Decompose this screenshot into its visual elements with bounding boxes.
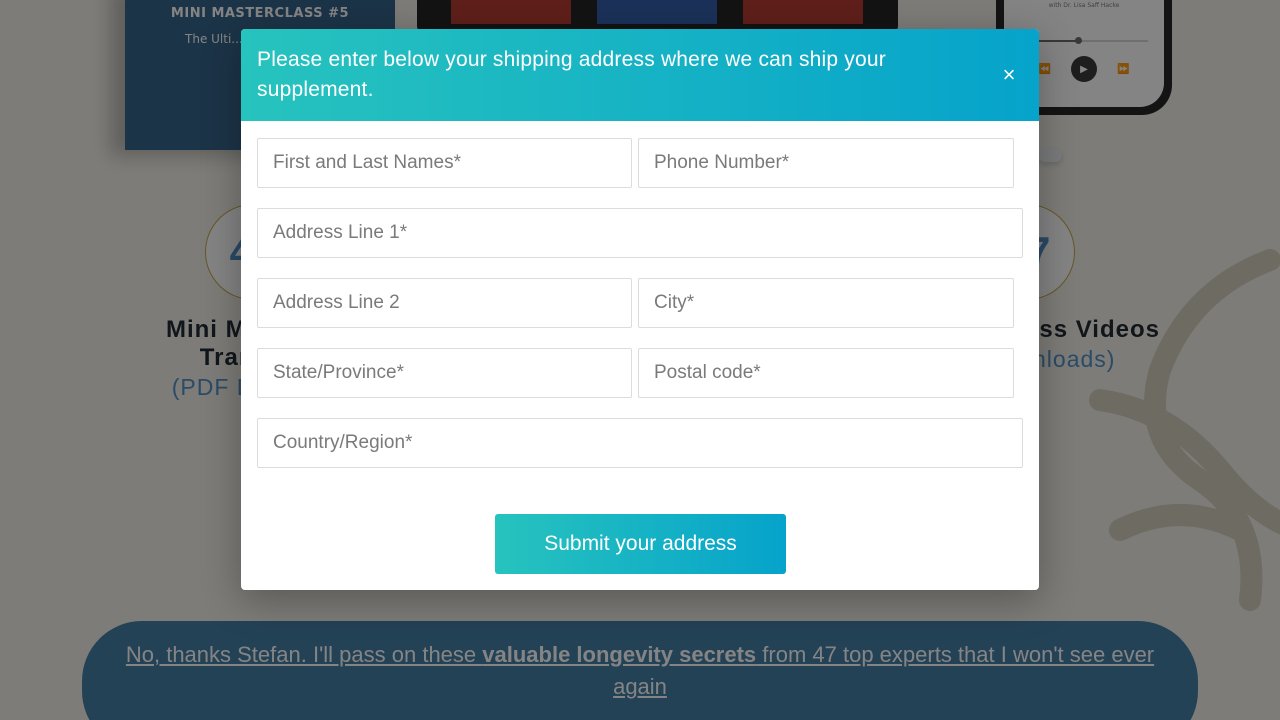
close-icon[interactable]: × <box>999 62 1019 88</box>
state-province-field[interactable] <box>257 348 632 398</box>
modal-title: Please enter below your shipping address… <box>257 48 886 101</box>
phone-number-field[interactable] <box>638 138 1014 188</box>
full-name-field[interactable] <box>257 138 632 188</box>
postal-code-field[interactable] <box>638 348 1014 398</box>
city-field[interactable] <box>638 278 1014 328</box>
address-line-1-field[interactable] <box>257 208 1023 258</box>
shipping-address-modal: Please enter below your shipping address… <box>241 29 1039 590</box>
address-line-2-field[interactable] <box>257 278 632 328</box>
modal-header: Please enter below your shipping address… <box>241 29 1039 121</box>
submit-address-button[interactable]: Submit your address <box>495 514 786 574</box>
country-region-field[interactable] <box>257 418 1023 468</box>
